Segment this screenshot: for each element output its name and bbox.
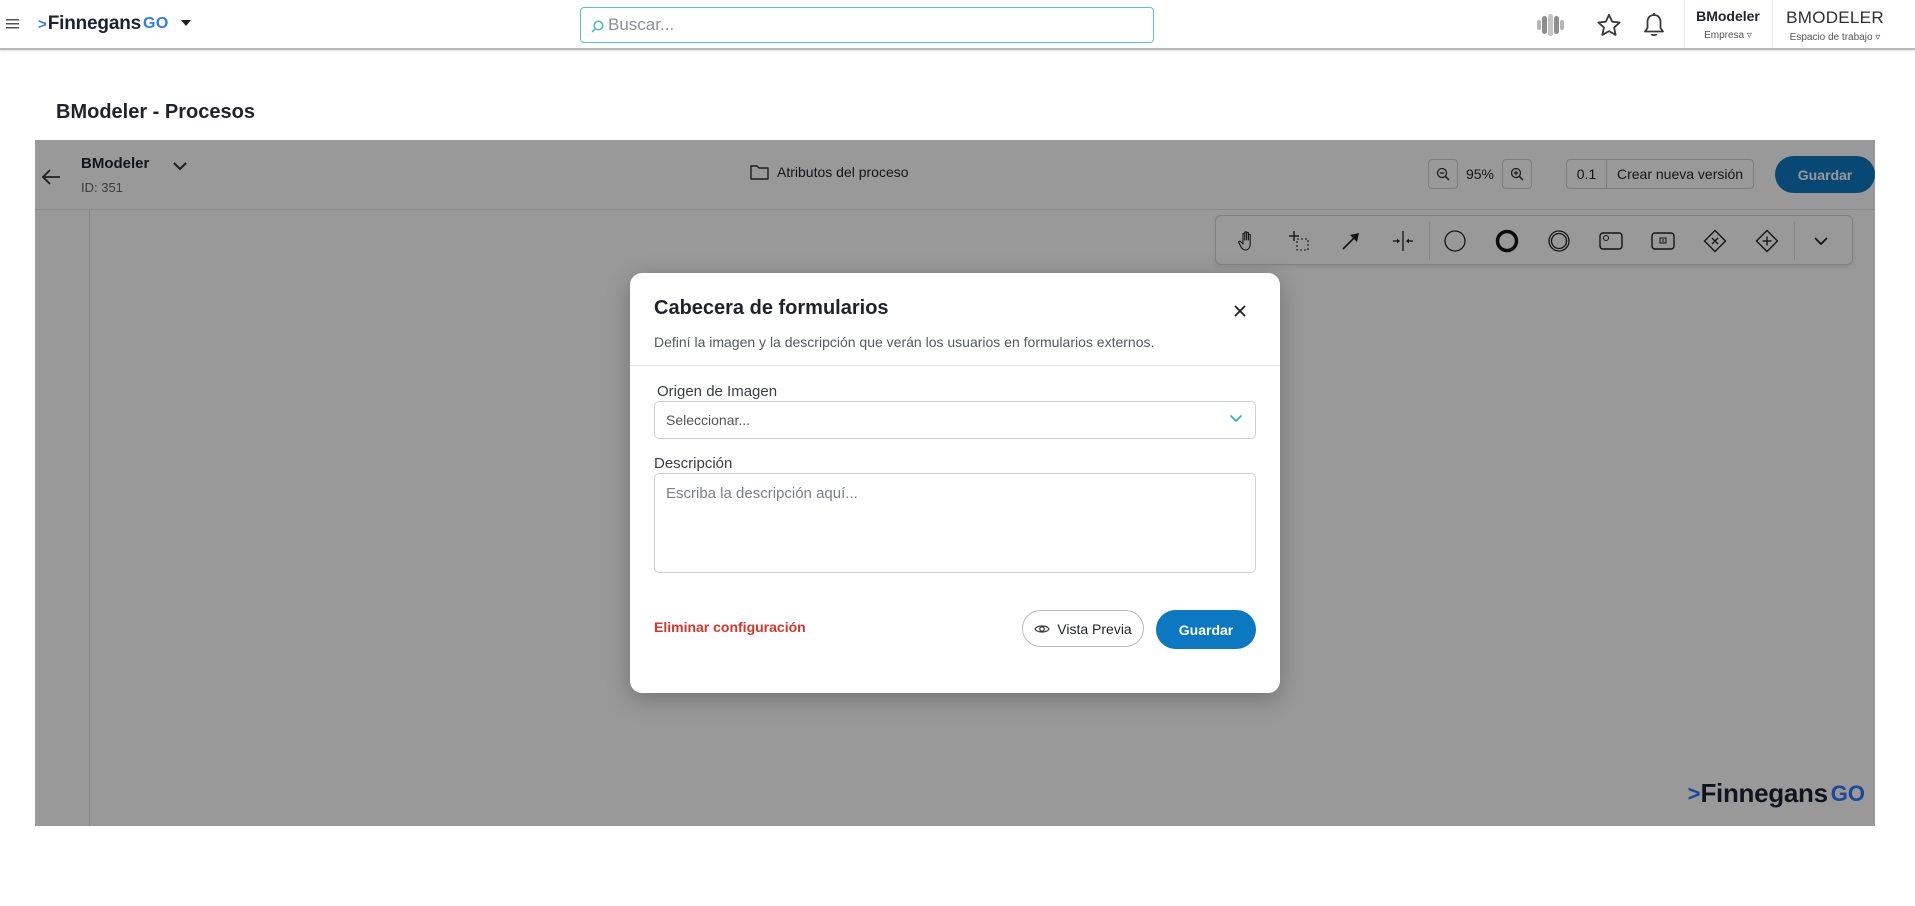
image-source-select[interactable]: Seleccionar...: [654, 401, 1256, 439]
image-source-label: Origen de Imagen: [657, 383, 778, 400]
eye-icon: [1034, 623, 1050, 635]
brand-suffix: GO: [142, 15, 169, 32]
caret-down-icon: ▿: [1746, 30, 1752, 41]
apps-icon[interactable]: [1535, 10, 1565, 40]
description-textarea[interactable]: [654, 473, 1256, 573]
company-name: BModeler: [1696, 8, 1760, 24]
caret-down-icon: ▿: [1875, 32, 1881, 43]
page-title: BModeler - Procesos: [56, 101, 255, 123]
divider: [1772, 0, 1773, 48]
close-icon[interactable]: [1226, 297, 1254, 325]
form-header-dialog: Cabecera de formularios Definí la imagen…: [630, 273, 1280, 693]
image-source-placeholder: Seleccionar...: [666, 412, 751, 428]
preview-button[interactable]: Vista Previa: [1022, 610, 1144, 647]
save-button[interactable]: Guardar: [1156, 610, 1256, 649]
brand-chevron-icon: >: [38, 15, 47, 33]
bell-icon[interactable]: [1639, 10, 1669, 40]
brand-logo[interactable]: > Finnegans GO: [38, 13, 169, 35]
preview-label: Vista Previa: [1057, 620, 1132, 637]
divider: [630, 365, 1280, 366]
caret-down-icon[interactable]: [181, 20, 191, 26]
divider: [1684, 0, 1685, 48]
star-icon[interactable]: [1594, 10, 1624, 40]
search-icon: [591, 20, 604, 33]
dialog-subtitle: Definí la imagen y la descripción que ve…: [654, 334, 1155, 350]
delete-configuration-button[interactable]: Eliminar configuración: [654, 619, 806, 635]
brand-name: Finnegans: [47, 13, 141, 34]
dialog-title: Cabecera de formularios: [654, 297, 889, 319]
chevron-down-icon: [1229, 414, 1243, 423]
global-search[interactable]: [580, 7, 1154, 43]
top-bar: > Finnegans GO BModeler Empresa ▿ BMODEL…: [0, 0, 1915, 50]
workspace-selector[interactable]: BMODELER Espacio de trabajo ▿: [1778, 8, 1892, 43]
search-input[interactable]: [608, 14, 1128, 36]
workspace-label: Espacio de trabajo: [1789, 32, 1873, 43]
company-selector[interactable]: BModeler Empresa ▿: [1688, 8, 1768, 41]
hamburger-menu-icon[interactable]: [6, 16, 20, 32]
company-label: Empresa: [1704, 30, 1745, 41]
workspace-name: BMODELER: [1786, 8, 1884, 27]
description-label: Descripción: [654, 455, 733, 472]
